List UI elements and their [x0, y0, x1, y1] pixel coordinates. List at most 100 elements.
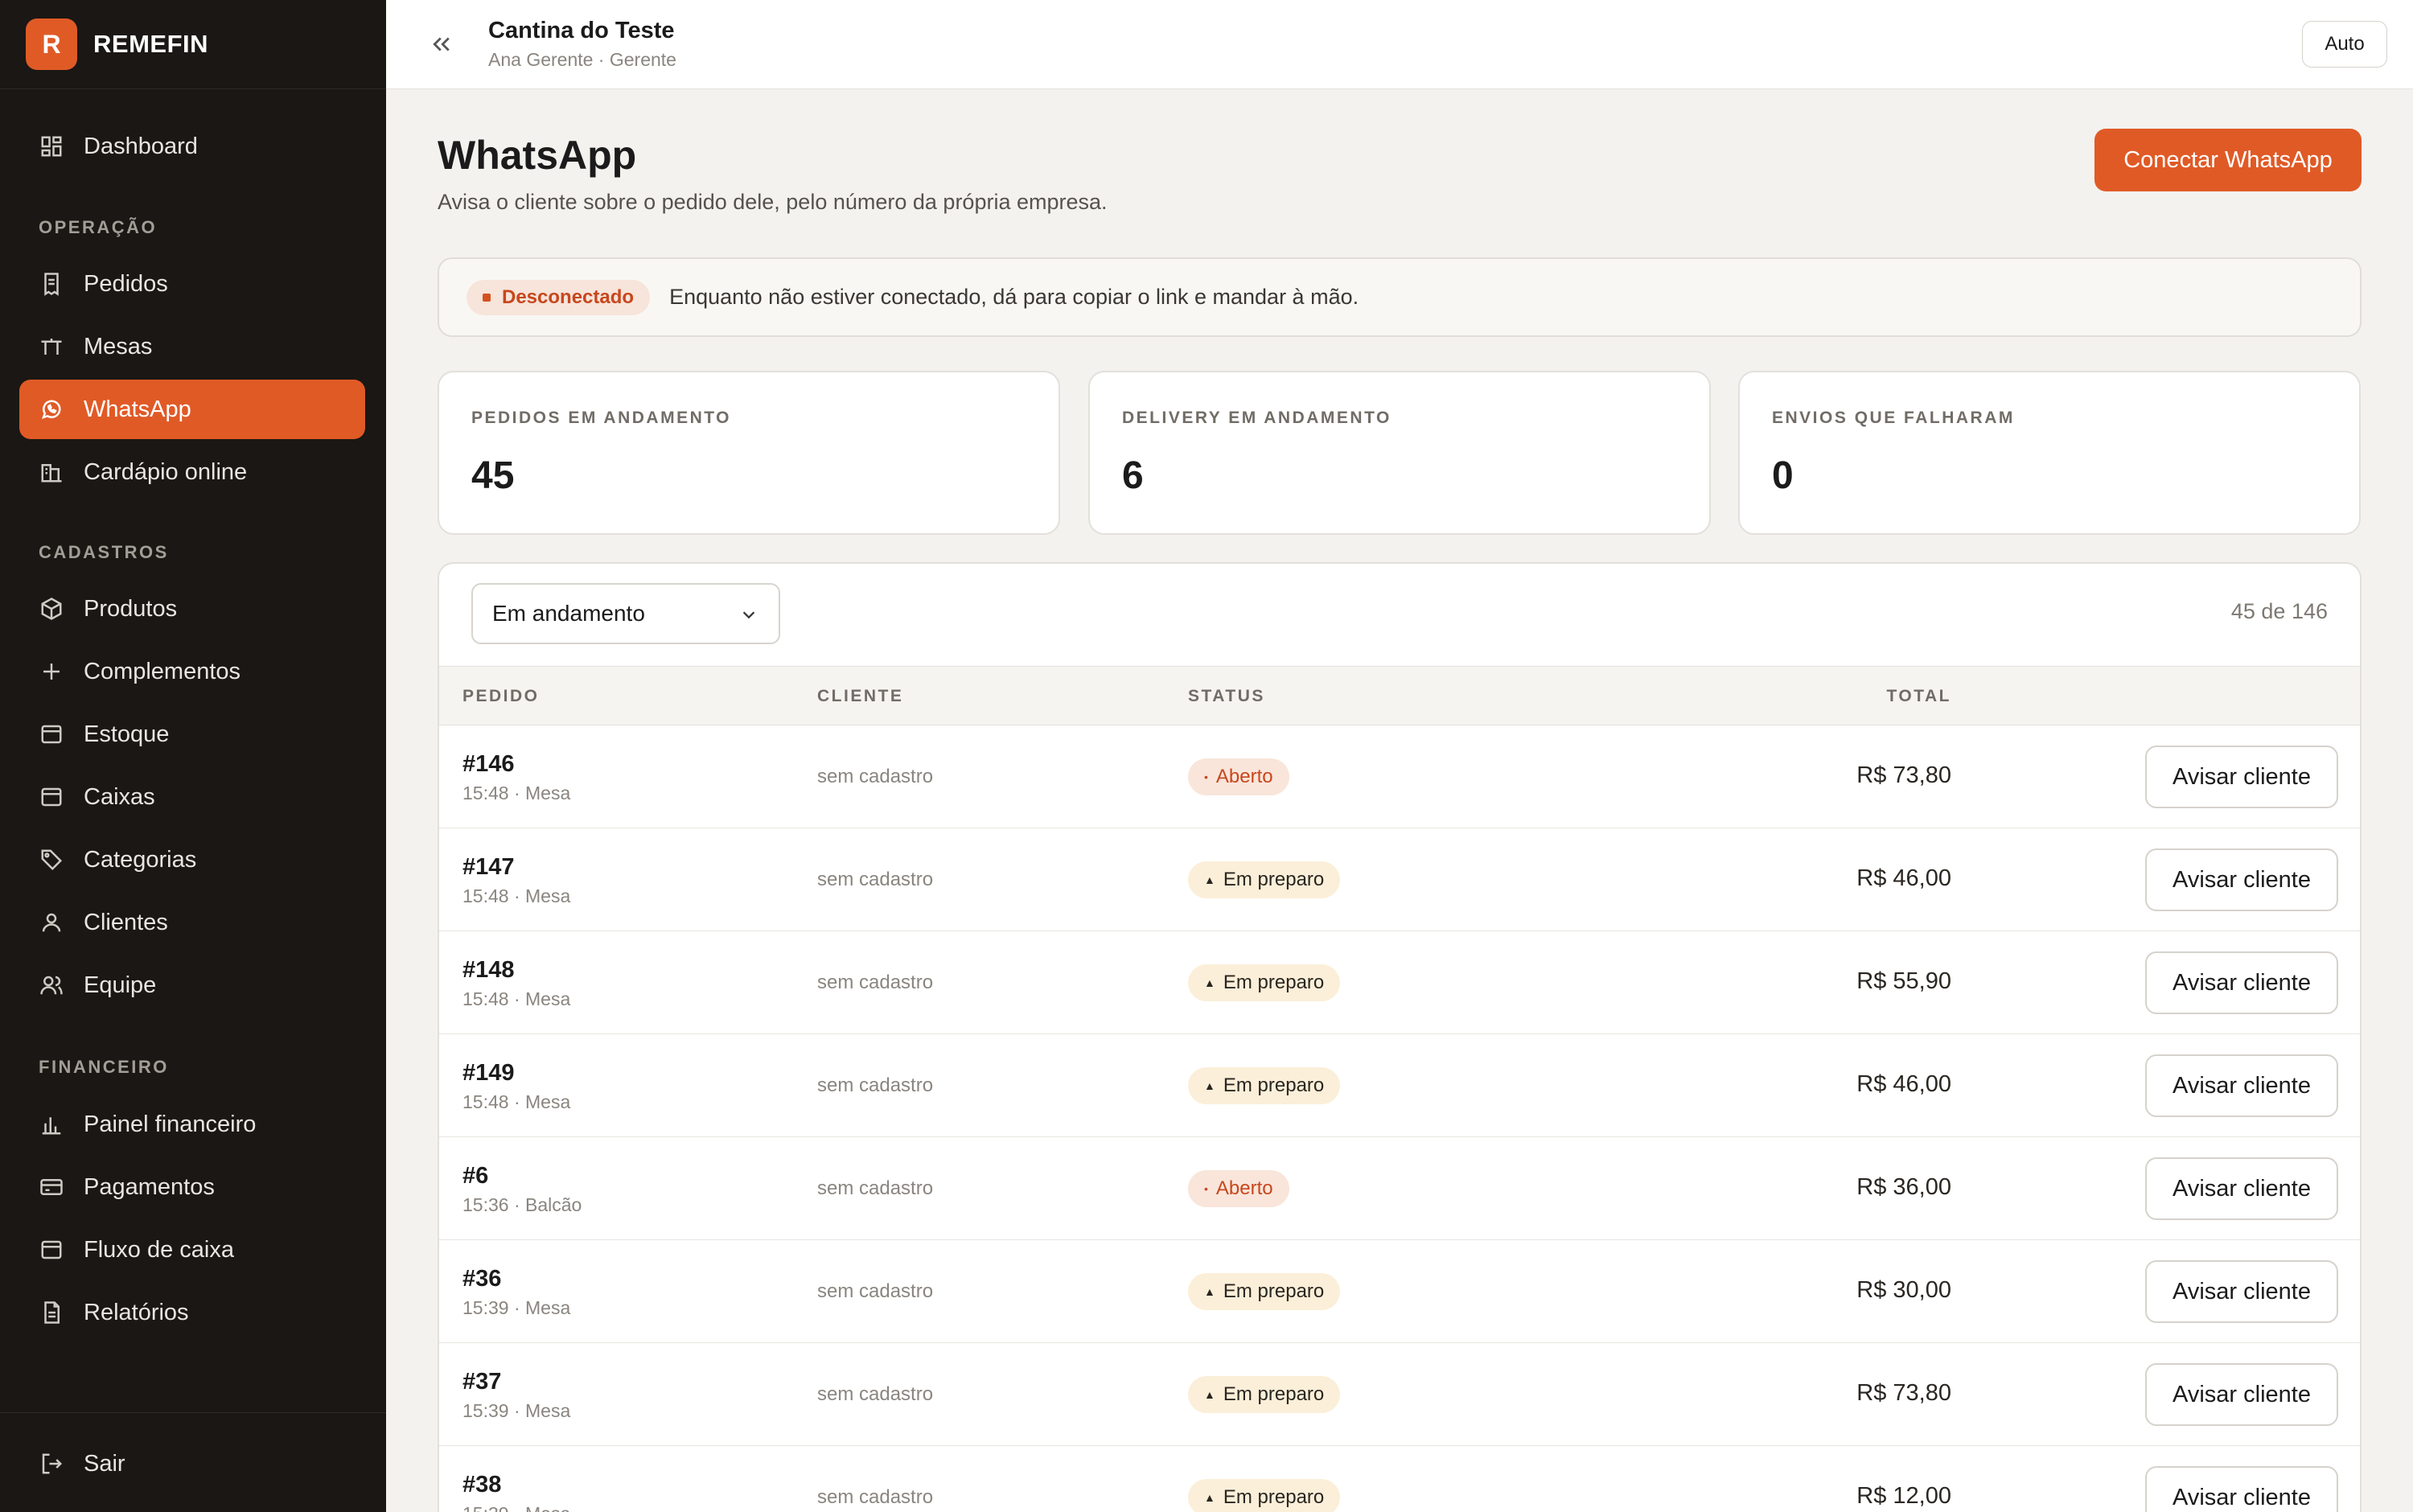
order-meta: 15:39 · Mesa: [462, 1400, 571, 1421]
user-icon: [39, 910, 64, 935]
order-client: sem cadastro: [817, 1074, 934, 1096]
sidebar-item-mesas[interactable]: Mesas: [19, 317, 365, 376]
receipt-icon: [39, 271, 64, 297]
order-id: #148: [462, 957, 515, 983]
sidebar-item-categorias[interactable]: Categorias: [19, 830, 365, 890]
notify-client-button[interactable]: Avisar cliente: [2145, 1466, 2338, 1512]
sidebar-item-clientes[interactable]: Clientes: [19, 893, 365, 952]
notify-client-button[interactable]: Avisar cliente: [2145, 1157, 2338, 1220]
dot-icon: •: [1204, 1182, 1208, 1195]
sidebar-item-fluxo[interactable]: Fluxo de caixa: [19, 1220, 365, 1280]
register-icon: [39, 784, 64, 810]
order-total: R$ 46,00: [1856, 1071, 1951, 1097]
sidebar-item-equipe[interactable]: Equipe: [19, 955, 365, 1015]
table-row: #146 15:48 · Mesa sem cadastro • Aberto R$ 73…: [439, 725, 2360, 828]
status-badge: Desconectado: [467, 279, 651, 315]
order-meta: 15:48 · Mesa: [462, 885, 571, 906]
status-label: Aberto: [1215, 1177, 1273, 1199]
sidebar: R REMEFIN Dashboard OPERAÇÃO Pedidos Mes…: [0, 0, 386, 1512]
notify-client-button[interactable]: Avisar cliente: [2145, 1260, 2338, 1323]
order-id: #146: [462, 751, 515, 777]
sidebar-item-label: Dashboard: [84, 133, 198, 159]
brand-name: REMEFIN: [93, 30, 208, 58]
status-label: Aberto: [1215, 766, 1273, 787]
chevron-down-icon: [742, 611, 755, 619]
notify-client-button[interactable]: Avisar cliente: [2145, 1363, 2338, 1426]
table-header: PEDIDO CLIENTE STATUS TOTAL: [439, 666, 2360, 725]
table-row: #147 15:48 · Mesa sem cadastro ▲ Em preparo R…: [439, 828, 2360, 931]
stat-value: 6: [1122, 454, 1144, 497]
triangle-icon: ▲: [1204, 1388, 1215, 1401]
plus-icon: [39, 659, 64, 684]
sidebar-item-label: Fluxo de caixa: [84, 1236, 234, 1263]
theme-auto-button[interactable]: Auto: [2302, 21, 2387, 68]
status-badge-label: Desconectado: [502, 286, 635, 308]
dot-icon: •: [1204, 770, 1208, 783]
order-id: #149: [462, 1060, 515, 1086]
sidebar-item-label: Equipe: [84, 972, 157, 998]
notify-client-button[interactable]: Avisar cliente: [2145, 848, 2338, 911]
chevrons-left-icon: [433, 37, 450, 51]
status-filter-select[interactable]: Em andamento: [471, 583, 780, 644]
order-meta: 15:48 · Mesa: [462, 1091, 571, 1112]
sidebar-item-label: Mesas: [84, 333, 153, 360]
order-id: #36: [462, 1266, 502, 1292]
collapse-sidebar-button[interactable]: [426, 29, 457, 60]
sidebar-item-produtos[interactable]: Produtos: [19, 579, 365, 639]
section-cadastros: CADASTROS: [39, 542, 169, 562]
stat-value: 0: [1772, 454, 1794, 497]
status-badge: • Aberto: [1188, 758, 1289, 795]
store-icon: [39, 459, 64, 485]
filter-value: Em andamento: [492, 601, 645, 626]
sidebar-item-relatorios[interactable]: Relatórios: [19, 1283, 365, 1342]
order-client: sem cadastro: [817, 1486, 934, 1508]
sidebar-item-pedidos[interactable]: Pedidos: [19, 254, 365, 314]
sidebar-item-label: Pagamentos: [84, 1173, 215, 1200]
sidebar-item-label: WhatsApp: [84, 396, 191, 422]
sidebar-item-label: Relatórios: [84, 1299, 189, 1325]
notify-client-button[interactable]: Avisar cliente: [2145, 951, 2338, 1014]
whatsapp-icon: [39, 396, 64, 422]
dashboard-icon: [39, 134, 64, 159]
notify-client-button[interactable]: Avisar cliente: [2145, 746, 2338, 808]
sidebar-item-label: Sair: [84, 1450, 125, 1477]
connection-status-banner: Desconectado Enquanto não estiver conect…: [438, 257, 2362, 337]
sidebar-item-label: Painel financeiro: [84, 1111, 257, 1137]
document-icon: [39, 1300, 64, 1325]
sidebar-item-label: Clientes: [84, 909, 168, 935]
status-dot-icon: [483, 293, 491, 302]
order-total: R$ 12,00: [1856, 1483, 1951, 1509]
stat-card-delivery: DELIVERY EM ANDAMENTO 6: [1088, 371, 1711, 535]
triangle-icon: ▲: [1204, 976, 1215, 989]
connect-whatsapp-button[interactable]: Conectar WhatsApp: [2094, 129, 2362, 191]
order-total: R$ 46,00: [1856, 865, 1951, 891]
sidebar-item-pagamentos[interactable]: Pagamentos: [19, 1157, 365, 1217]
sidebar-item-sair[interactable]: Sair: [19, 1434, 365, 1494]
logout-icon: [39, 1451, 64, 1477]
triangle-icon: ▲: [1204, 873, 1215, 886]
sidebar-item-whatsapp[interactable]: WhatsApp: [19, 380, 365, 439]
store-name: Cantina do Teste: [488, 18, 675, 43]
order-id: #147: [462, 854, 515, 880]
table-row: #38 15:39 · Mesa sem cadastro ▲ Em preparo R$…: [439, 1446, 2360, 1512]
sidebar-divider: [0, 1412, 386, 1413]
sidebar-item-dashboard[interactable]: Dashboard: [19, 117, 365, 176]
topbar: [386, 0, 2413, 89]
sidebar-item-estoque[interactable]: Estoque: [19, 705, 365, 764]
sidebar-item-painel-financeiro[interactable]: Painel financeiro: [19, 1095, 365, 1154]
sidebar-item-label: Estoque: [84, 721, 170, 747]
sidebar-item-complementos[interactable]: Complementos: [19, 642, 365, 701]
sidebar-item-cardapio[interactable]: Cardápio online: [19, 442, 365, 502]
order-total: R$ 55,90: [1856, 968, 1951, 994]
table-row: #36 15:39 · Mesa sem cadastro ▲ Em preparo R$…: [439, 1240, 2360, 1343]
wallet-icon: [39, 1237, 64, 1263]
order-meta: 15:48 · Mesa: [462, 988, 571, 1009]
current-user: Ana Gerente · Gerente: [488, 49, 676, 70]
status-label: Em preparo: [1223, 1280, 1325, 1302]
status-label: Em preparo: [1223, 1383, 1325, 1405]
sidebar-item-caixas[interactable]: Caixas: [19, 767, 365, 827]
users-icon: [39, 972, 64, 998]
page-subtitle: Avisa o cliente sobre o pedido dele, pel…: [438, 190, 1108, 214]
notify-client-button[interactable]: Avisar cliente: [2145, 1054, 2338, 1117]
order-meta: 15:39 · Mesa: [462, 1503, 570, 1512]
